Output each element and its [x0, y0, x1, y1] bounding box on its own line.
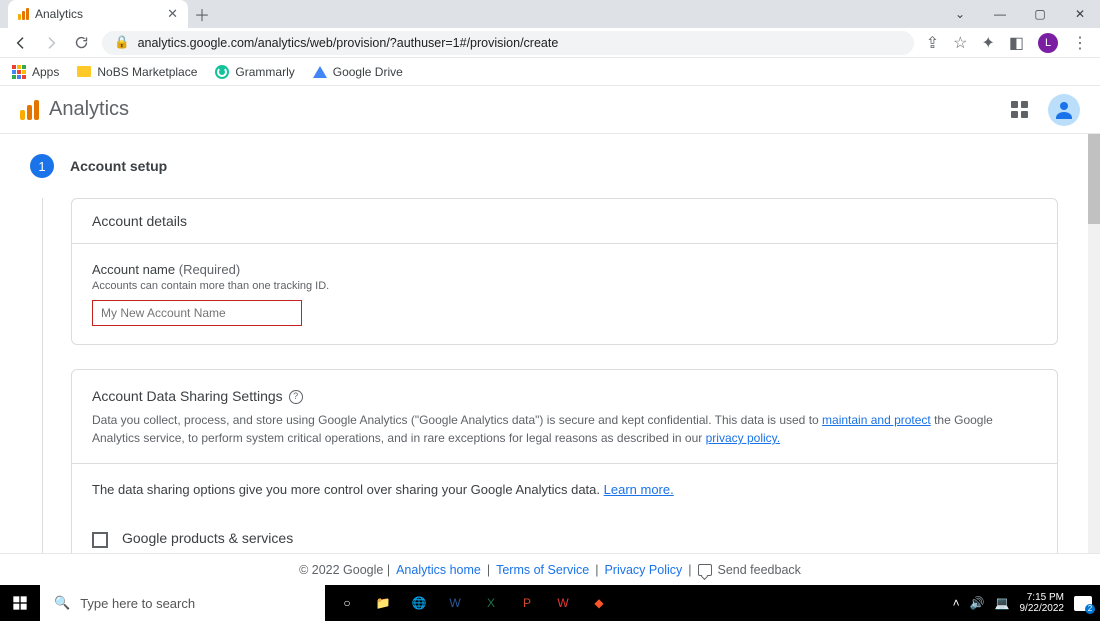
address-bar: 🔒 analytics.google.com/analytics/web/pro… — [0, 28, 1100, 58]
share-icon[interactable]: ⇪ — [926, 33, 939, 53]
taskbar-excel-icon[interactable]: X — [473, 585, 509, 621]
url-text: analytics.google.com/analytics/web/provi… — [138, 36, 559, 50]
taskbar-chrome-icon[interactable]: 🌐 — [401, 585, 437, 621]
data-sharing-intro: The data sharing options give you more c… — [92, 482, 604, 497]
footer-link-privacy[interactable]: Privacy Policy — [604, 563, 682, 577]
grammarly-icon — [215, 65, 229, 79]
minimize-button[interactable]: — — [980, 0, 1020, 28]
taskbar-brave-icon[interactable]: ◆ — [581, 585, 617, 621]
reload-button[interactable] — [72, 35, 90, 50]
account-name-input[interactable] — [92, 300, 302, 326]
tray-clock[interactable]: 7:15 PM 9/22/2022 — [1020, 592, 1065, 615]
account-name-label: Account name (Required) — [92, 262, 1037, 277]
forward-button[interactable] — [42, 35, 60, 51]
scrollbar-track[interactable] — [1088, 134, 1100, 553]
lock-icon: 🔒 — [114, 35, 130, 50]
taskbar-app-icon[interactable]: W — [545, 585, 581, 621]
footer-link-feedback[interactable]: Send feedback — [718, 563, 801, 577]
data-sharing-title: Account Data Sharing Settings ? — [92, 386, 1037, 407]
window-controls: ⌄ — ▢ ✕ — [940, 0, 1100, 28]
footer-link-home[interactable]: Analytics home — [396, 563, 481, 577]
windows-taskbar: 🔍 Type here to search ○ 📁 🌐 W X P W ◆ ˄ … — [0, 585, 1100, 621]
taskbar-search[interactable]: 🔍 Type here to search — [40, 585, 325, 621]
link-learn-more[interactable]: Learn more. — [604, 482, 674, 497]
profile-avatar[interactable]: L — [1038, 33, 1058, 53]
taskbar-cortana-icon[interactable]: ○ — [329, 585, 365, 621]
feedback-icon — [698, 564, 712, 576]
analytics-logo-icon — [20, 100, 39, 120]
card-title-account-details: Account details — [72, 199, 1057, 244]
tray-volume-icon[interactable]: 🔊 — [970, 596, 985, 610]
step-header: 1 Account setup — [30, 154, 1058, 178]
brand[interactable]: Analytics — [20, 98, 129, 121]
bookmark-gdrive[interactable]: Google Drive — [313, 65, 403, 79]
folder-icon — [77, 66, 91, 77]
brand-name: Analytics — [49, 98, 129, 121]
apps-icon — [12, 65, 26, 79]
data-sharing-card: Account Data Sharing Settings ? Data you… — [71, 369, 1058, 553]
taskbar-word-icon[interactable]: W — [437, 585, 473, 621]
taskbar-powerpoint-icon[interactable]: P — [509, 585, 545, 621]
side-panel-icon[interactable]: ◧ — [1009, 33, 1024, 53]
url-field[interactable]: 🔒 analytics.google.com/analytics/web/pro… — [102, 31, 914, 55]
data-sharing-desc: Data you collect, process, and store usi… — [92, 411, 1037, 447]
step-number-badge: 1 — [30, 154, 54, 178]
star-icon[interactable]: ☆ — [953, 33, 967, 53]
tray-network-icon[interactable]: 💻 — [995, 596, 1010, 610]
search-icon: 🔍 — [54, 595, 70, 611]
gdrive-icon — [313, 66, 327, 78]
option-title: Google products & services — [122, 530, 1037, 546]
browser-tab-strip: Analytics ✕ ＋ ⌄ — ▢ ✕ — [0, 0, 1100, 28]
step-title: Account setup — [70, 158, 167, 174]
tray-notifications-icon[interactable] — [1074, 596, 1092, 611]
tabs-dropdown-icon[interactable]: ⌄ — [940, 0, 980, 28]
link-privacy-policy[interactable]: privacy policy. — [706, 431, 780, 445]
start-button[interactable] — [0, 585, 40, 621]
close-window-button[interactable]: ✕ — [1060, 0, 1100, 28]
analytics-favicon — [18, 8, 29, 20]
content-viewport: 1 Account setup Account details Account … — [0, 134, 1100, 553]
option-google-products: Google products & services If you have e… — [72, 516, 1057, 554]
taskbar-explorer-icon[interactable]: 📁 — [365, 585, 401, 621]
checkbox-google-products[interactable] — [92, 532, 108, 548]
link-maintain-protect[interactable]: maintain and protect — [822, 413, 931, 427]
account-name-hint: Accounts can contain more than one track… — [92, 280, 1037, 292]
browser-menu-icon[interactable]: ⋮ — [1072, 33, 1088, 53]
page-footer: © 2022 Google | Analytics home| Terms of… — [0, 553, 1100, 585]
tray-chevron-icon[interactable]: ˄ — [953, 596, 960, 610]
footer-copyright: © 2022 Google | — [299, 563, 390, 577]
maximize-button[interactable]: ▢ — [1020, 0, 1060, 28]
back-button[interactable] — [12, 35, 30, 51]
browser-tab-analytics[interactable]: Analytics ✕ — [8, 0, 188, 28]
new-tab-button[interactable]: ＋ — [188, 0, 216, 28]
extensions-icon[interactable]: ✦ — [981, 33, 994, 53]
account-details-card: Account details Account name (Required) … — [71, 198, 1058, 345]
help-icon[interactable]: ? — [289, 390, 303, 404]
footer-link-tos[interactable]: Terms of Service — [496, 563, 589, 577]
apps-grid-icon[interactable] — [1011, 101, 1028, 118]
bookmark-nobs[interactable]: NoBS Marketplace — [77, 65, 197, 79]
tab-title: Analytics — [35, 7, 83, 21]
bookmark-grammarly[interactable]: Grammarly — [215, 65, 294, 79]
bookmarks-bar: Apps NoBS Marketplace Grammarly Google D… — [0, 58, 1100, 86]
bookmark-apps[interactable]: Apps — [12, 65, 59, 79]
scrollbar-thumb[interactable] — [1088, 134, 1100, 224]
app-header: Analytics — [0, 86, 1100, 134]
user-avatar[interactable] — [1048, 94, 1080, 126]
close-tab-icon[interactable]: ✕ — [167, 6, 178, 22]
